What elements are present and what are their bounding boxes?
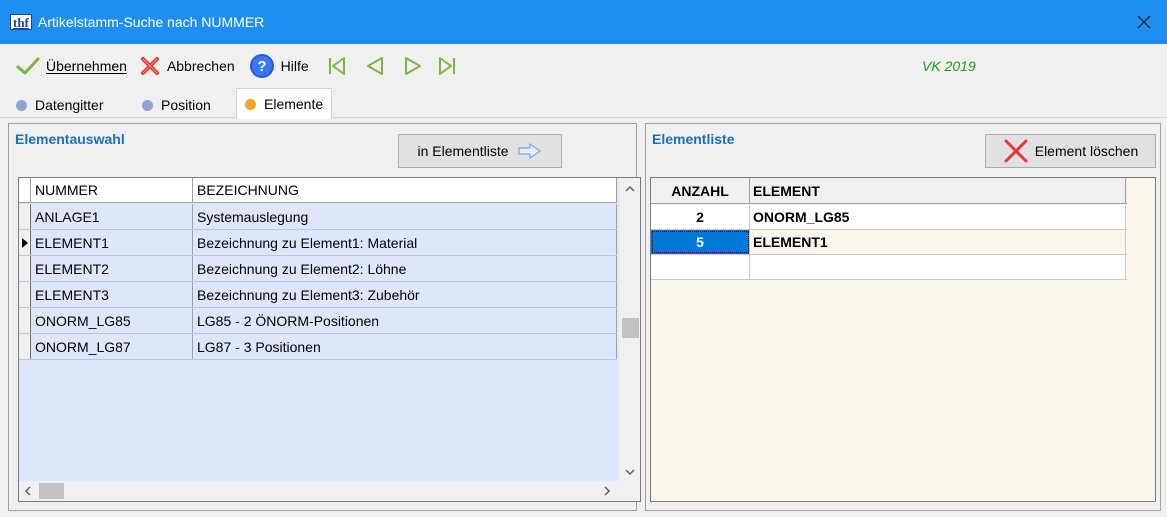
first-record-icon (328, 57, 345, 75)
new-row[interactable] (651, 255, 1127, 280)
table-row[interactable]: ELEMENT1 Bezeichnung zu Element1: Materi… (19, 230, 617, 256)
scroll-down-icon (625, 469, 635, 476)
current-row-arrow-icon (21, 237, 28, 248)
horizontal-scrollbar[interactable] (19, 481, 640, 501)
column-header-nummer[interactable]: NUMMER (31, 178, 193, 202)
app-logo: thf (10, 14, 32, 30)
title-bar: thf Artikelstamm-Suche nach NUMMER (0, 0, 1167, 44)
add-to-list-label: in Elementliste (417, 143, 509, 159)
cell-nummer: ONORM_LG85 (31, 308, 193, 333)
scroll-right-icon (604, 486, 611, 496)
next-record-icon (404, 57, 421, 75)
tab-label: Datengitter (35, 97, 104, 113)
cell-bezeichnung: Systemauslegung (193, 204, 617, 229)
help-button[interactable]: ? Hilfe (249, 53, 309, 79)
accept-label: Übernehmen (46, 58, 127, 74)
scroll-left-icon (24, 486, 31, 496)
tab-strip: Datengitter Position Elemente (0, 88, 1167, 119)
cancel-x-icon (140, 57, 159, 75)
cell-element[interactable]: ELEMENT1 (750, 230, 1126, 254)
cell-bezeichnung: LG87 - 3 Positionen (193, 334, 617, 359)
element-list-grid[interactable]: ANZAHL ELEMENT 2 ONORM_LG85 5 ELEMENT1 (650, 177, 1156, 502)
tab-status-dot-icon (16, 99, 27, 111)
row-indicator (19, 256, 31, 281)
grid-header: ANZAHL ELEMENT (651, 178, 1127, 204)
cell-nummer: ONORM_LG87 (31, 334, 193, 359)
help-label: Hilfe (280, 58, 309, 74)
window-title: Artikelstamm-Suche nach NUMMER (37, 14, 265, 30)
help-icon: ? (249, 54, 274, 78)
row-indicator-header (19, 178, 31, 202)
tab-position[interactable]: Position (134, 92, 219, 118)
cell-nummer: ELEMENT3 (31, 282, 193, 307)
grid-header: NUMMER BEZEICHNUNG (19, 178, 617, 203)
tab-label: Elemente (264, 96, 324, 112)
cell-bezeichnung: Bezeichnung zu Element1: Material (193, 230, 617, 255)
cell-element[interactable] (750, 255, 1126, 279)
column-header-anzahl[interactable]: ANZAHL (651, 178, 750, 203)
cell-anzahl[interactable] (651, 255, 750, 279)
last-record-icon (438, 57, 455, 75)
element-list-panel: Elementliste Element löschen ANZAHL ELEM… (645, 123, 1161, 511)
delete-x-icon (1004, 139, 1028, 163)
cell-bezeichnung: Bezeichnung zu Element3: Zubehör (193, 282, 617, 307)
horizontal-scroll-thumb[interactable] (39, 483, 64, 499)
tab-elemente[interactable]: Elemente (236, 88, 333, 119)
delete-element-button[interactable]: Element löschen (985, 134, 1156, 168)
column-header-bezeichnung[interactable]: BEZEICHNUNG (193, 178, 617, 202)
element-selection-panel: Elementauswahl in Elementliste NUMMER BE… (8, 123, 641, 511)
tab-status-dot-icon (142, 99, 153, 111)
cell-element[interactable]: ONORM_LG85 (750, 205, 1126, 229)
row-indicator (19, 282, 31, 307)
tab-status-dot-icon (245, 98, 256, 110)
tab-label: Position (161, 97, 211, 113)
cell-nummer: ELEMENT2 (31, 256, 193, 281)
close-icon (1137, 15, 1151, 29)
table-row[interactable]: ONORM_LG85 LG85 - 2 ÖNORM-Positionen (19, 308, 617, 334)
cell-bezeichnung: LG85 - 2 ÖNORM-Positionen (193, 308, 617, 333)
table-row[interactable]: ELEMENT3 Bezeichnung zu Element3: Zubehö… (19, 282, 617, 308)
row-indicator (19, 230, 31, 255)
accept-button[interactable]: Übernehmen (16, 56, 127, 76)
cell-anzahl[interactable]: 5 (651, 230, 750, 254)
row-indicator (19, 334, 31, 359)
add-to-element-list-button[interactable]: in Elementliste (398, 134, 562, 168)
tab-datengitter[interactable]: Datengitter (8, 92, 111, 118)
previous-record-button[interactable] (365, 56, 385, 76)
cell-bezeichnung: Bezeichnung zu Element2: Löhne (193, 256, 617, 281)
checkmark-icon (16, 57, 40, 75)
next-record-button[interactable] (403, 56, 423, 76)
panel-title: Elementliste (652, 131, 735, 147)
delete-element-label: Element löschen (1034, 143, 1139, 159)
first-record-button[interactable] (327, 56, 347, 76)
vertical-scrollbar[interactable] (618, 178, 640, 483)
cancel-button[interactable]: Abbrechen (139, 55, 235, 77)
table-row[interactable]: 2 ONORM_LG85 (651, 205, 1127, 230)
arrow-right-icon (517, 143, 541, 159)
panel-title: Elementauswahl (15, 131, 125, 147)
cell-nummer: ELEMENT1 (31, 230, 193, 255)
table-row[interactable]: 5 ELEMENT1 (651, 230, 1127, 255)
scroll-up-icon (625, 185, 635, 192)
table-row[interactable]: ANLAGE1 Systemauslegung (19, 204, 617, 230)
column-header-element[interactable]: ELEMENT (750, 178, 1126, 203)
row-indicator (19, 204, 31, 229)
cancel-label: Abbrechen (166, 58, 235, 74)
svg-text:?: ? (257, 58, 266, 75)
close-button[interactable] (1121, 0, 1167, 44)
cell-nummer: ANLAGE1 (31, 204, 193, 229)
previous-record-icon (366, 57, 383, 75)
element-selection-grid[interactable]: NUMMER BEZEICHNUNG ANLAGE1 Systemauslegu… (18, 177, 641, 502)
cell-anzahl[interactable]: 2 (651, 205, 750, 229)
row-indicator (19, 308, 31, 333)
table-row[interactable]: ELEMENT2 Bezeichnung zu Element2: Löhne (19, 256, 617, 282)
vk-label: VK 2019 (922, 58, 976, 74)
table-row[interactable]: ONORM_LG87 LG87 - 3 Positionen (19, 334, 617, 360)
last-record-button[interactable] (437, 56, 457, 76)
vertical-scroll-thumb[interactable] (622, 318, 639, 338)
toolbar: Übernehmen Abbrechen ? Hilfe VK 2019 (0, 44, 1167, 88)
